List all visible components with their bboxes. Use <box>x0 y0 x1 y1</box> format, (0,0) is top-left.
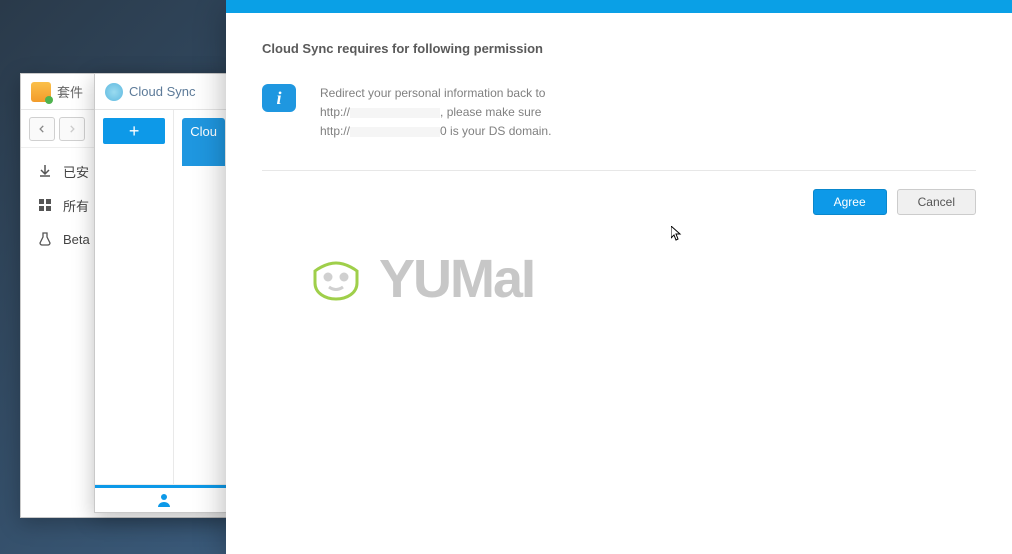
cloud-sync-title: Cloud Sync <box>129 84 195 99</box>
nav-forward-button[interactable] <box>59 117 85 141</box>
redacted-text <box>350 108 440 118</box>
info-text-line: , please make sure <box>440 105 541 119</box>
dialog-header-strip <box>226 0 1012 13</box>
cloud-sync-window: Cloud Sync + Clou <box>94 73 234 513</box>
sidebar-item-label: 所有 <box>63 196 89 215</box>
info-icon: i <box>262 84 296 112</box>
sidebar-item-label: 已安 <box>63 162 89 181</box>
info-text-line: http:// <box>320 105 350 119</box>
footer-tab-user[interactable] <box>95 485 233 512</box>
cloud-sync-sidebar: + <box>95 110 174 484</box>
package-center-icon <box>31 82 51 102</box>
beta-icon <box>37 231 53 247</box>
dialog-info-row: i Redirect your personal information bac… <box>262 84 976 171</box>
sidebar-item-label: Beta <box>63 232 90 247</box>
cloud-sync-tab[interactable]: Clou <box>182 118 225 166</box>
cloud-sync-titlebar[interactable]: Cloud Sync <box>95 74 233 110</box>
dialog-info-text: Redirect your personal information back … <box>320 84 551 142</box>
add-connection-button[interactable]: + <box>103 118 165 144</box>
grid-icon <box>37 197 53 213</box>
info-text-line: http:// <box>320 124 350 138</box>
dialog-button-row: Agree Cancel <box>262 171 976 215</box>
info-text-line: 0 is your DS domain. <box>440 124 551 138</box>
dialog-title: Cloud Sync requires for following permis… <box>262 41 976 56</box>
info-text-line: Redirect your personal information back … <box>320 86 545 100</box>
download-icon <box>37 163 53 179</box>
user-icon <box>156 492 172 508</box>
nav-back-button[interactable] <box>29 117 55 141</box>
package-center-title: 套件 <box>57 82 83 101</box>
cloud-sync-content: Clou <box>174 110 233 484</box>
permission-dialog: Cloud Sync requires for following permis… <box>226 0 1012 554</box>
redacted-text <box>350 127 440 137</box>
cloud-sync-footer <box>95 484 233 512</box>
cloud-sync-icon <box>105 83 123 101</box>
agree-button[interactable]: Agree <box>813 189 887 215</box>
cloud-sync-tab-label: Clou <box>190 124 217 139</box>
cancel-button[interactable]: Cancel <box>897 189 976 215</box>
